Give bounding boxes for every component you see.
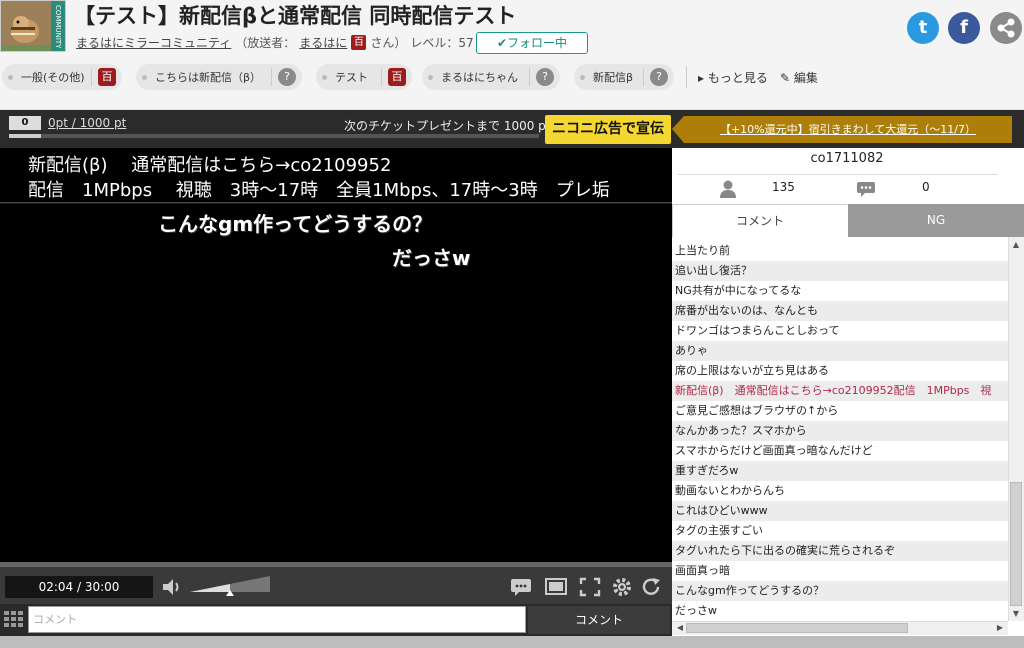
comment-count-icon	[856, 180, 876, 202]
hyaku-icon[interactable]: 百	[388, 68, 406, 86]
page-title: 【テスト】新配信βと通常配信 同時配信テスト	[74, 4, 517, 28]
chipmunk-image	[1, 1, 53, 51]
tag-label: まるはにちゃん	[441, 71, 518, 84]
tab-ng[interactable]: NG	[848, 204, 1024, 237]
scroll-up-icon[interactable]: ▲	[1009, 238, 1023, 252]
tag-item[interactable]: 新配信β ?	[574, 64, 674, 90]
comment-row[interactable]: ドワンゴはつまらんことしおって	[672, 321, 1008, 341]
question-icon[interactable]: ?	[650, 68, 668, 86]
tab-comment[interactable]: コメント	[672, 204, 847, 237]
tag-label: 新配信β	[593, 71, 634, 84]
comment-row[interactable]: タグの主張すごい	[672, 521, 1008, 541]
speaker-icon[interactable]	[160, 576, 182, 598]
comment-row[interactable]: 新配信(β) 通常配信はこちら→co2109952配信 1MPbps 視	[672, 381, 1008, 401]
comment-row[interactable]: これはひどいwww	[672, 501, 1008, 521]
level-text: レベル：57	[410, 36, 474, 50]
follow-button[interactable]: ✔フォロー中	[476, 32, 588, 54]
time-display: 02:04 / 30:00	[5, 576, 153, 598]
comment-row[interactable]: なんかあった？スマホから	[672, 421, 1008, 441]
more-tags-link[interactable]: ▸ もっと見る	[698, 69, 768, 86]
comment-row[interactable]: 重すぎだろw	[672, 461, 1008, 481]
side-divider	[678, 174, 998, 175]
ticket-count-box: 0	[9, 116, 41, 130]
ad-banner-arrow	[672, 116, 684, 143]
vertical-scroll-thumb[interactable]	[1010, 482, 1022, 606]
user-icon	[720, 180, 736, 202]
scroll-right-icon[interactable]: ▶	[993, 621, 1007, 635]
comment-row[interactable]: 画面真っ暗	[672, 561, 1008, 581]
community-thumbnail[interactable]: COMMUNITY	[0, 0, 66, 52]
facebook-share-icon[interactable]: f	[948, 12, 980, 44]
ticket-progress-bar	[9, 134, 539, 138]
nicoad-button[interactable]: ニコニ広告で宣伝	[545, 115, 671, 144]
video-screen[interactable]	[0, 204, 672, 562]
telop-line-1: 新配信(β) 通常配信はこちら→co2109952	[28, 155, 392, 176]
comment-row[interactable]: 追い出し復活？	[672, 261, 1008, 281]
community-label: COMMUNITY	[51, 1, 65, 51]
comment-row[interactable]: ご意見ご感想はブラウザの↑から	[672, 401, 1008, 421]
comment-row[interactable]: だっさw	[672, 601, 1008, 621]
tag-item[interactable]: テスト 百	[316, 64, 412, 90]
broadcaster-link[interactable]: まるはに	[299, 34, 347, 51]
edit-tags-link[interactable]: ✎ 編集	[780, 69, 818, 86]
tag-item[interactable]: まるはにちゃん ?	[422, 64, 560, 90]
scroll-left-icon[interactable]: ◀	[673, 621, 687, 635]
viewer-count: 135	[772, 180, 795, 194]
scroll-down-icon[interactable]: ▼	[1009, 607, 1023, 621]
broadcaster-prefix: （放送者：	[235, 36, 296, 50]
telop-line-2: 配信 1MPbps 視聴 3時～17時 全員1Mbps、17時～3時 プレ垢	[28, 180, 610, 201]
broadcast-info: まるはにミラーコミュニティ （放送者： まるはに 百 さん） レベル：57	[76, 34, 474, 51]
tag-bar: 一般(その他) 百 こちらは新配信（β） ? テスト 百 まるはにちゃん ? 新…	[0, 64, 1024, 92]
danmaku-comment: だっさw	[392, 246, 471, 270]
ad-campaign-banner[interactable]: 【+10%還元中】宿引きまわして大還元（～11/7）	[684, 116, 1012, 143]
volume-slider[interactable]	[190, 576, 270, 596]
comment-input[interactable]	[28, 606, 526, 633]
ticket-points-link[interactable]: 0pt / 1000 pt	[48, 116, 126, 130]
broadcaster-suffix: さん）	[370, 36, 407, 50]
next-ticket-text: 次のチケットプレゼントまで 1000 pt	[344, 119, 551, 133]
tag-item[interactable]: 一般(その他) 百	[2, 64, 122, 90]
settings-gear-icon[interactable]	[610, 576, 634, 598]
fullscreen-icon[interactable]	[578, 576, 602, 598]
reload-icon[interactable]	[640, 576, 664, 598]
stats-row: 135 0	[672, 178, 1022, 202]
tag-item[interactable]: こちらは新配信（β） ?	[136, 64, 302, 90]
question-icon[interactable]: ?	[536, 68, 554, 86]
comment-toggle-icon[interactable]	[509, 576, 533, 598]
share-icon[interactable]	[990, 12, 1022, 44]
comment-row[interactable]: タグいれたら下に出るの確実に荒らされるぞ	[672, 541, 1008, 561]
twitter-share-icon[interactable]: t	[907, 12, 939, 44]
comment-row[interactable]: 席の上限はないが立ち見はある	[672, 361, 1008, 381]
screen-mode-icon[interactable]	[544, 576, 568, 598]
horizontal-scroll-thumb[interactable]	[686, 623, 908, 633]
comment-row[interactable]: 動画ないとわからんち	[672, 481, 1008, 501]
comment-list[interactable]: 上当たり前 追い出し復活？ NG共有が中になってるな 席番が出ないのは、なんとも ドワン…	[672, 241, 1008, 621]
tag-label: こちらは新配信（β）	[155, 71, 262, 84]
comment-row[interactable]: 上当たり前	[672, 241, 1008, 261]
tag-label: テスト	[335, 71, 368, 84]
hyaku-badge-icon: 百	[351, 35, 367, 50]
comment-count: 0	[922, 180, 930, 194]
telop-overlay: 新配信(β) 通常配信はこちら→co2109952 配信 1MPbps 視聴 3…	[0, 148, 672, 203]
command-palette-icon[interactable]	[4, 610, 24, 628]
danmaku-comment: こんなgm作ってどうするの？	[158, 212, 433, 236]
hyaku-icon[interactable]: 百	[98, 68, 116, 86]
tag-divider	[686, 66, 687, 88]
comment-row[interactable]: こんなgm作ってどうするの？	[672, 581, 1008, 601]
comment-row[interactable]: ありゃ	[672, 341, 1008, 361]
community-id: co1711082	[810, 151, 884, 166]
comment-submit-button[interactable]: コメント	[528, 606, 670, 634]
community-link[interactable]: まるはにミラーコミュニティ	[76, 34, 231, 51]
question-icon[interactable]: ?	[278, 68, 296, 86]
bottom-strip	[0, 636, 1024, 648]
tag-label: 一般(その他)	[21, 71, 85, 84]
comment-row[interactable]: NG共有が中になってるな	[672, 281, 1008, 301]
comment-row[interactable]: 席番が出ないのは、なんとも	[672, 301, 1008, 321]
comment-row[interactable]: スマホからだけど画面真っ暗なんだけど	[672, 441, 1008, 461]
